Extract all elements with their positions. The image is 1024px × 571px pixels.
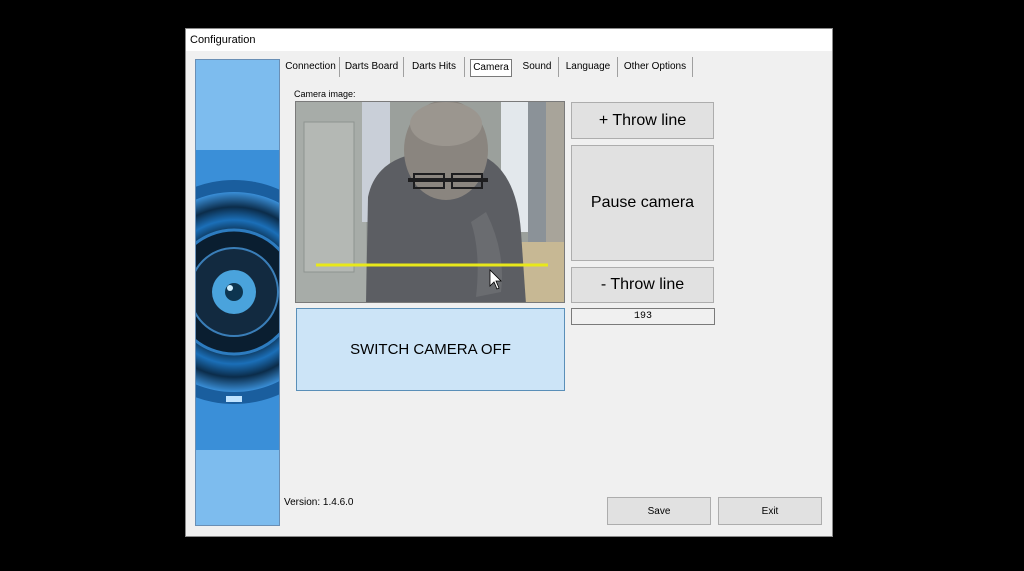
- tab-sound[interactable]: Sound: [516, 57, 559, 77]
- throw-line-value-field[interactable]: 193: [571, 308, 715, 325]
- exit-button[interactable]: Exit: [718, 497, 822, 525]
- tab-connection[interactable]: Connection: [282, 57, 340, 77]
- tab-language[interactable]: Language: [559, 57, 618, 77]
- camera-feed: [295, 101, 565, 303]
- version-label: Version: 1.4.6.0: [284, 497, 354, 508]
- tab-darts-board[interactable]: Darts Board: [340, 57, 404, 77]
- tab-darts-hits[interactable]: Darts Hits: [404, 57, 465, 77]
- switch-camera-off-button[interactable]: SWITCH CAMERA OFF: [296, 308, 565, 391]
- save-button[interactable]: Save: [607, 497, 711, 525]
- tab-camera[interactable]: Camera: [470, 59, 512, 77]
- camera-feed-image: [296, 102, 564, 302]
- window-title: Configuration: [186, 29, 832, 51]
- pause-camera-button[interactable]: Pause camera: [571, 145, 714, 261]
- throw-line-minus-button[interactable]: - Throw line: [571, 267, 714, 303]
- configuration-window: Configuration Connection Darts Board Dar…: [185, 28, 833, 537]
- camera-lens-icon: [196, 60, 279, 525]
- camera-image-caption: Camera image:: [294, 89, 356, 99]
- tab-other-options[interactable]: Other Options: [618, 57, 693, 77]
- throw-line-plus-button[interactable]: + Throw line: [571, 102, 714, 139]
- side-banner-image: [195, 59, 280, 526]
